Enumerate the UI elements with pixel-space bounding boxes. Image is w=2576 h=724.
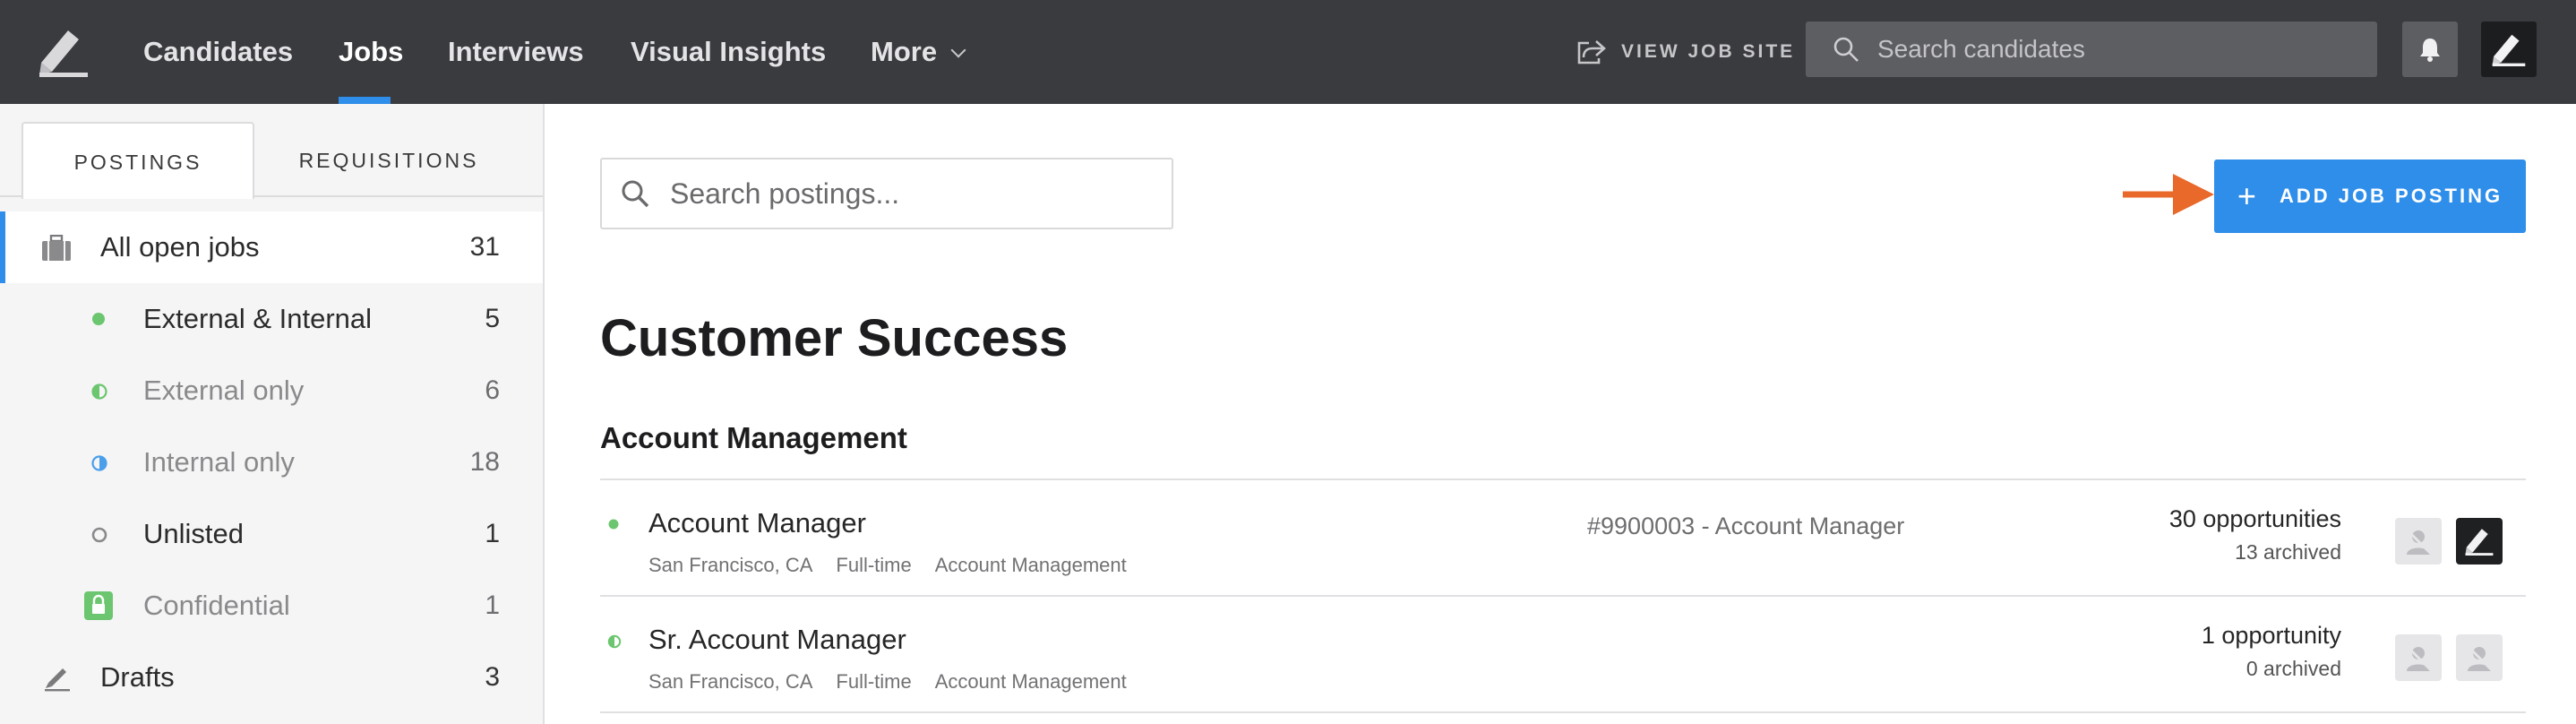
briefcase-icon <box>42 235 71 261</box>
sidebar-item-all-open-jobs[interactable]: All open jobs 31 <box>0 211 543 283</box>
sidebar-tabs: POSTINGS REQUISITIONS <box>0 104 543 199</box>
sidebar-item-external-internal[interactable]: External & Internal 5 <box>0 283 543 355</box>
job-title-link[interactable]: Account Manager <box>648 507 866 539</box>
user-avatar-icon <box>2492 34 2526 66</box>
candidate-search-box[interactable] <box>1806 22 2377 77</box>
sidebar-item-count: 18 <box>469 447 500 477</box>
sidebar-item-drafts[interactable]: Drafts 3 <box>0 642 543 713</box>
team-heading: Account Management <box>600 421 907 454</box>
job-meta: San Francisco, CA Full-time Account Manage… <box>648 554 1150 577</box>
sidebar-item-count: 31 <box>469 232 500 262</box>
sidebar-item-count: 5 <box>485 304 500 333</box>
nav-more[interactable]: More <box>871 0 966 104</box>
user-avatar-button[interactable] <box>2481 22 2537 77</box>
notifications-button[interactable] <box>2402 22 2458 77</box>
view-job-site-label: VIEW JOB SITE <box>1621 41 1796 62</box>
sidebar-item-unlisted[interactable]: Unlisted 1 <box>0 498 543 570</box>
hiring-manager-avatar[interactable] <box>2395 518 2442 565</box>
ring-icon <box>91 527 107 543</box>
user-placeholder-icon <box>2404 527 2433 556</box>
sidebar-item-label: Drafts <box>100 661 175 693</box>
sidebar-item-label: External only <box>143 375 305 406</box>
sidebar-item-label: External & Internal <box>143 303 373 334</box>
search-icon <box>1833 37 1859 62</box>
owner-avatar[interactable] <box>2456 634 2503 681</box>
sidebar-item-count: 6 <box>485 375 500 405</box>
share-icon <box>1577 40 1606 65</box>
sidebar-item-count: 1 <box>485 590 500 620</box>
owner-avatar[interactable] <box>2456 518 2503 565</box>
nav-interviews[interactable]: Interviews <box>448 0 584 104</box>
sidebar-item-label: Unlisted <box>143 518 244 549</box>
chevron-down-icon <box>950 42 966 58</box>
user-placeholder-icon <box>2404 643 2433 672</box>
divider <box>600 711 2526 713</box>
nav-jobs[interactable]: Jobs <box>339 0 403 104</box>
half-dot-green-icon <box>607 634 622 649</box>
job-title-link[interactable]: Sr. Account Manager <box>648 624 906 656</box>
sidebar-item-external-only[interactable]: External only 6 <box>0 355 543 427</box>
sidebar-item-label: Internal only <box>143 446 295 478</box>
bell-icon <box>2420 39 2440 62</box>
archived-count: 13 archived <box>2235 540 2341 564</box>
archived-count: 0 archived <box>2245 657 2341 680</box>
opportunity-count: 30 opportunities <box>2168 505 2341 532</box>
job-row[interactable]: Account Manager San Francisco, CA Full-ti… <box>600 480 2526 595</box>
job-meta: San Francisco, CA Full-time Account Manage… <box>648 670 1150 694</box>
tab-postings[interactable]: POSTINGS <box>21 122 254 199</box>
nav-visual-insights[interactable]: Visual Insights <box>631 0 826 104</box>
user-placeholder-icon <box>2465 643 2494 672</box>
nav-candidates[interactable]: Candidates <box>143 0 293 104</box>
pencil-icon <box>45 668 70 692</box>
user-avatar-icon <box>2465 529 2494 556</box>
job-row[interactable]: Sr. Account Manager San Francisco, CA Ful… <box>600 597 2526 711</box>
top-navigation-bar: Candidates Jobs Interviews Visual Insigh… <box>0 0 2576 104</box>
plus-icon: + <box>2237 177 2256 214</box>
job-opportunities[interactable]: 30 opportunities 13 archived <box>2169 505 2341 565</box>
add-job-posting-label: ADD JOB POSTING <box>2279 185 2503 207</box>
job-type: Full-time <box>836 554 912 576</box>
job-requisition: #9900003 - Account Manager <box>1587 513 1905 539</box>
job-team: Account Management <box>934 554 1127 576</box>
full-dot-icon <box>92 313 105 325</box>
hiring-manager-avatar[interactable] <box>2395 634 2442 681</box>
half-dot-green-icon <box>91 384 107 400</box>
half-dot-blue-icon <box>91 455 107 471</box>
sidebar-item-count: 3 <box>485 662 500 692</box>
postings-search-box[interactable] <box>600 158 1173 229</box>
job-location: San Francisco, CA <box>648 554 813 576</box>
nav-active-indicator <box>339 97 391 104</box>
view-job-site-link[interactable]: VIEW JOB SITE <box>1576 32 1795 72</box>
tab-requisitions[interactable]: REQUISITIONS <box>254 122 523 199</box>
job-team: Account Management <box>934 670 1127 693</box>
job-location: San Francisco, CA <box>648 670 813 693</box>
sidebar-item-count: 1 <box>485 519 500 548</box>
job-type: Full-time <box>836 670 912 693</box>
lock-icon <box>84 591 113 620</box>
opportunity-count: 1 opportunity <box>2201 622 2341 649</box>
sidebar-item-confidential[interactable]: Confidential 1 <box>0 570 543 642</box>
department-heading: Customer Success <box>600 309 1069 367</box>
sidebar: POSTINGS REQUISITIONS All open jobs 31 E… <box>0 104 545 724</box>
nav-more-label: More <box>871 36 938 67</box>
full-dot-icon <box>608 519 619 530</box>
search-icon <box>622 180 649 208</box>
postings-search-input[interactable] <box>670 177 1154 211</box>
sidebar-item-label: All open jobs <box>100 231 260 263</box>
sidebar-item-label: Confidential <box>143 590 290 621</box>
candidate-search-input[interactable] <box>1877 35 2343 64</box>
arrow-right-icon <box>2123 174 2214 215</box>
sidebar-item-internal-only[interactable]: Internal only 18 <box>0 427 543 498</box>
add-job-posting-button[interactable]: + ADD JOB POSTING <box>2214 159 2526 233</box>
lever-logo-icon[interactable] <box>38 27 90 77</box>
job-opportunities[interactable]: 1 opportunity 0 archived <box>2202 622 2341 681</box>
